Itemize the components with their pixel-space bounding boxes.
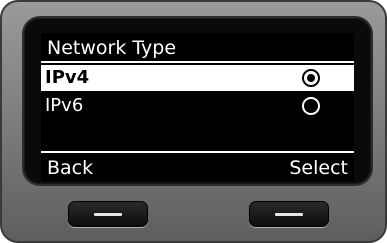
left-soft-button[interactable] [68, 201, 148, 227]
softkey-select-label[interactable]: Select [289, 155, 348, 181]
radio-dot-icon [307, 74, 315, 82]
radio-unselected-icon[interactable] [302, 97, 320, 115]
display-screen: Network Type IPv4 IPv6 Back Select [41, 33, 354, 181]
option-label: IPv4 [45, 67, 90, 88]
radio-selected-icon[interactable] [302, 69, 320, 87]
option-ipv6[interactable]: IPv6 [41, 93, 354, 119]
softkey-back-label[interactable]: Back [47, 155, 93, 181]
option-label: IPv6 [45, 95, 84, 116]
screen-title: Network Type [47, 37, 177, 59]
minus-icon [275, 213, 303, 216]
minus-icon [94, 213, 122, 216]
softkey-bar: Back Select [41, 151, 354, 181]
title-divider [41, 61, 354, 63]
phone-device: Network Type IPv4 IPv6 Back Select [0, 0, 387, 243]
right-soft-button[interactable] [249, 201, 329, 227]
option-ipv4[interactable]: IPv4 [41, 65, 354, 91]
